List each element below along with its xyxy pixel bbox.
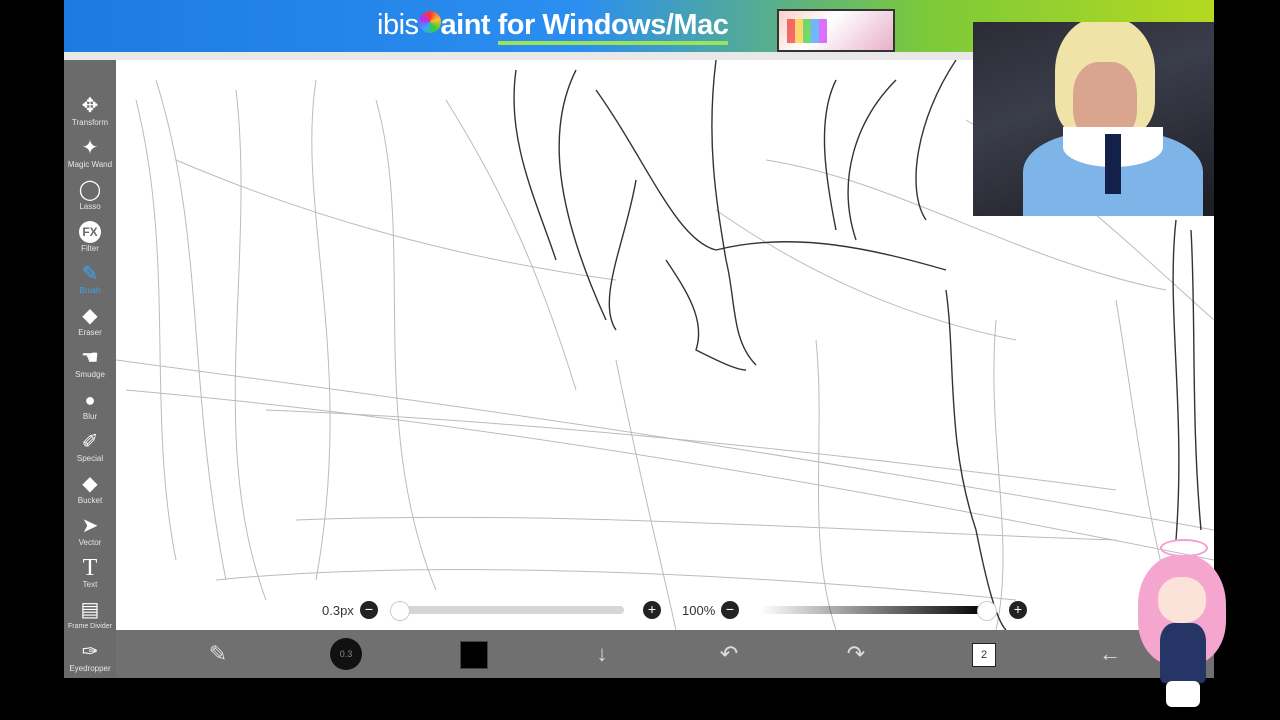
tool-eyedropper[interactable]: ✑ Eyedropper: [64, 640, 116, 680]
redo-icon: ↷: [846, 641, 866, 666]
webcam-overlay: [973, 22, 1214, 216]
banner-title: ibis aint for Windows/Mac: [377, 9, 729, 45]
tool-sidebar: ✥ Transform ✦ Magic Wand ◯ Lasso FX Filter ✎…: [64, 60, 116, 678]
redo-button[interactable]: ↷: [840, 638, 872, 670]
opacity-value: 100%: [682, 603, 716, 618]
tool-magic-wand[interactable]: ✦ Magic Wand: [64, 136, 116, 176]
layers-button[interactable]: 2: [972, 643, 996, 667]
brush-icon: ✎: [81, 263, 99, 285]
brush-size-slider-knob[interactable]: [390, 601, 410, 621]
move-icon: ✥: [81, 95, 99, 117]
brush-eraser-toggle-icon: ✎: [208, 641, 228, 666]
magic-wand-icon: ✦: [81, 137, 99, 159]
tool-special[interactable]: ✐ Special: [64, 430, 116, 470]
tool-lasso[interactable]: ◯ Lasso: [64, 178, 116, 218]
tool-bucket[interactable]: ◆ Bucket: [64, 472, 116, 512]
opacity-slider[interactable]: [760, 606, 986, 614]
tool-text[interactable]: T Text: [64, 556, 116, 596]
undo-icon: ↶: [719, 641, 739, 666]
smudge-icon: ☚: [81, 347, 99, 369]
opacity-increase-button[interactable]: +: [1009, 601, 1027, 619]
arrow-left-icon: ←: [1099, 641, 1121, 666]
vector-cursor-icon: ➤: [81, 515, 99, 537]
brush-size-button[interactable]: 0.3: [330, 638, 362, 670]
eyedropper-icon: ✑: [81, 641, 99, 663]
bottom-toolbar: ✎ 0.3 ↓ ↶ ↷ 2 ←: [116, 630, 1214, 678]
tool-transform[interactable]: ✥ Transform: [64, 94, 116, 134]
tool-eraser[interactable]: ◆ Eraser: [64, 304, 116, 344]
text-icon: T: [82, 555, 98, 581]
tool-vector[interactable]: ➤ Vector: [64, 514, 116, 554]
tool-brush[interactable]: ✎ Brush: [64, 262, 116, 302]
tool-select-button[interactable]: ✎: [202, 638, 234, 670]
lasso-icon: ◯: [78, 179, 102, 201]
brush-size-increase-button[interactable]: +: [643, 601, 661, 619]
color-swatch-button[interactable]: [460, 641, 488, 669]
mascot-character: [1130, 535, 1234, 710]
brush-size-decrease-button[interactable]: −: [360, 601, 378, 619]
tool-blur[interactable]: ● Blur: [64, 388, 116, 428]
brush-size-slider[interactable]: [398, 606, 624, 614]
fx-icon: FX: [79, 221, 101, 243]
download-button[interactable]: ↓: [586, 638, 618, 670]
back-button[interactable]: ←: [1094, 638, 1126, 670]
frame-divider-icon: ▤: [80, 599, 100, 621]
tool-frame-divider[interactable]: ▤ Frame Divider: [64, 598, 116, 638]
arrow-down-icon: ↓: [596, 641, 608, 666]
opacity-slider-knob[interactable]: [977, 601, 997, 621]
brush-size-value: 0.3px: [322, 603, 354, 618]
bucket-icon: ◆: [82, 473, 98, 495]
banner-thumbnail: [777, 9, 895, 52]
ibispaint-logo-icon: [418, 11, 441, 33]
undo-button[interactable]: ↶: [713, 638, 745, 670]
blur-drop-icon: ●: [84, 390, 96, 410]
tool-smudge[interactable]: ☚ Smudge: [64, 346, 116, 386]
special-pen-icon: ✐: [81, 431, 99, 453]
eraser-icon: ◆: [82, 305, 98, 327]
opacity-decrease-button[interactable]: −: [721, 601, 739, 619]
tool-filter[interactable]: FX Filter: [64, 220, 116, 260]
